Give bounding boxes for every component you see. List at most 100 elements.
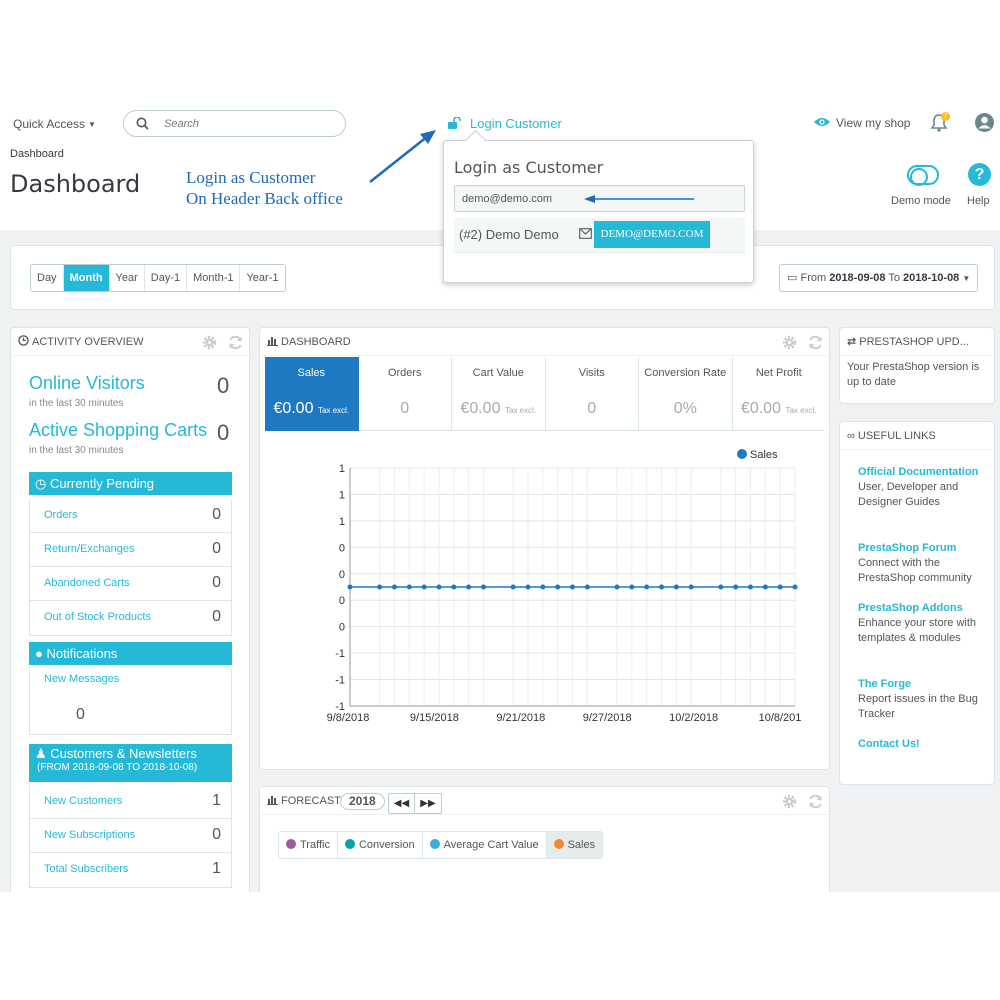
period-month-button[interactable]: Month — [63, 265, 110, 291]
annotation-arrow — [369, 130, 436, 183]
useful-link-title[interactable]: The Forge — [858, 677, 988, 692]
search-icon — [136, 117, 149, 130]
period-day-minus-1-button[interactable]: Day-1 — [144, 265, 188, 291]
kpi-visits-label: Visits — [578, 367, 605, 379]
refresh-icon[interactable] — [808, 794, 823, 809]
active-carts-link[interactable]: Active Shopping Carts — [29, 420, 207, 441]
forecast-nav: ◀◀ ▶▶ — [388, 793, 442, 814]
kpi-sales[interactable]: Sales €0.00 Tax excl. — [265, 357, 359, 431]
useful-links-header: ∞ Useful links — [840, 422, 994, 450]
kpi-cart-value[interactable]: Cart Value €0.00 Tax excl. — [452, 357, 546, 431]
breadcrumb[interactable]: Dashboard — [10, 148, 64, 160]
kpi-orders-label: Orders — [387, 367, 422, 379]
data-point — [614, 584, 620, 590]
list-item[interactable]: Return/Exchanges 0 — [30, 533, 231, 567]
useful-link-title[interactable]: PrestaShop Forum — [858, 541, 988, 556]
date-range-picker[interactable]: ▭ From 2018-09-08 To 2018-10-08 ▼ — [779, 264, 978, 292]
forecast-tab-conversion[interactable]: Conversion — [338, 832, 423, 858]
useful-link-title[interactable]: Contact Us! — [858, 737, 988, 752]
data-point — [421, 584, 427, 590]
bar-chart-icon — [267, 337, 278, 346]
pending-clock-icon: ◷ — [35, 476, 47, 491]
new-messages-label[interactable]: New Messages — [44, 673, 119, 685]
forecast-tab-traffic[interactable]: Traffic — [279, 832, 338, 858]
login-customer-popover: Login as Customer (#2) Demo Demo DEMO@DE… — [443, 140, 754, 283]
search-box[interactable] — [123, 110, 346, 137]
notifications-list: New Messages 0 — [29, 668, 232, 735]
list-item[interactable]: New Customers 1 — [30, 785, 231, 819]
data-point — [584, 584, 590, 590]
search-input[interactable] — [164, 116, 334, 132]
customer-email-button[interactable]: DEMO@DEMO.COM — [594, 221, 710, 248]
customer-result-row[interactable]: (#2) Demo Demo DEMO@DEMO.COM — [454, 218, 745, 253]
online-visitors-sub: in the last 30 minutes — [29, 398, 124, 409]
total-subscribers-label[interactable]: Total Subscribers — [44, 863, 128, 875]
notifications-title: Notifications — [46, 646, 118, 661]
kpi-sales-label: Sales — [297, 367, 326, 379]
y-tick-label: 0 — [339, 622, 345, 634]
activity-overview-title: Activity overview — [32, 336, 144, 348]
login-customer-link[interactable]: Login Customer — [448, 116, 562, 131]
period-month-minus-1-button[interactable]: Month-1 — [187, 265, 241, 291]
dashboard-title: Dashboard — [281, 336, 351, 348]
new-customers-label[interactable]: New Customers — [44, 795, 122, 807]
view-shop-link[interactable]: View my shop — [813, 116, 910, 130]
data-point — [688, 584, 694, 590]
useful-link-desc: Enhance your store with templates & modu… — [858, 617, 977, 644]
useful-links-title: Useful links — [857, 430, 936, 442]
annotation-text: Login as Customer On Header Back office — [186, 167, 343, 209]
y-tick-label: 1 — [339, 463, 345, 475]
previous-year-icon[interactable]: ◀◀ — [389, 794, 415, 813]
pending-abandoned-label[interactable]: Abandoned Carts — [44, 577, 130, 589]
next-year-icon[interactable]: ▶▶ — [415, 794, 441, 813]
input-annotation-arrow — [584, 195, 694, 203]
gear-icon[interactable] — [202, 335, 217, 350]
forecast-tab-sales[interactable]: Sales — [546, 832, 603, 858]
quick-access-menu[interactable]: Quick Access ▼ — [13, 117, 96, 131]
data-point — [451, 584, 457, 590]
kpi-sales-value: €0.00 — [273, 400, 314, 417]
period-day-button[interactable]: Day — [31, 265, 64, 291]
list-item[interactable]: Out of Stock Products 0 — [30, 601, 231, 635]
kpi-conversion-value: 0% — [673, 400, 697, 417]
kpi-visits[interactable]: Visits 0 — [545, 357, 639, 431]
pending-out-of-stock-label[interactable]: Out of Stock Products — [44, 611, 151, 623]
traffic-dot — [286, 839, 296, 849]
forecast-tab-average-cart[interactable]: Average Cart Value — [423, 832, 547, 858]
average-cart-label: Average Cart Value — [443, 839, 539, 851]
active-carts-value: 0 — [217, 420, 230, 445]
list-item[interactable]: Abandoned Carts 0 — [30, 567, 231, 601]
pending-orders-label[interactable]: Orders — [44, 509, 78, 521]
kpi-orders-value: 0 — [400, 400, 410, 417]
data-point — [748, 584, 753, 590]
pending-returns-label[interactable]: Return/Exchanges — [44, 543, 135, 555]
kpi-conversion[interactable]: Conversion Rate 0% — [639, 357, 733, 431]
user-icon: ♟ — [35, 746, 47, 761]
forecast-legend: Traffic Conversion Average Cart Value Sa… — [278, 831, 604, 859]
customer-name[interactable]: (#2) Demo Demo — [459, 227, 559, 242]
list-item[interactable]: New Subscriptions 0 — [30, 819, 231, 853]
data-point — [733, 584, 739, 590]
useful-link-title[interactable]: PrestaShop Addons — [858, 601, 988, 616]
period-year-button[interactable]: Year — [109, 265, 145, 291]
list-item[interactable]: Orders 0 — [30, 499, 231, 533]
active-carts-sub: in the last 30 minutes — [29, 445, 124, 456]
annotation-line-1: Login as Customer — [186, 168, 316, 187]
help-icon[interactable]: ? — [968, 163, 991, 186]
kpi-orders[interactable]: Orders 0 — [358, 357, 452, 431]
gear-icon[interactable] — [782, 794, 797, 809]
refresh-icon[interactable] — [228, 335, 243, 350]
view-shop-label: View my shop — [836, 116, 911, 130]
new-subscriptions-label[interactable]: New Subscriptions — [44, 829, 135, 841]
refresh-icon[interactable] — [808, 335, 823, 350]
online-visitors-link[interactable]: Online Visitors — [29, 373, 145, 394]
period-year-minus-1-button[interactable]: Year-1 — [240, 265, 285, 291]
list-item[interactable]: Total Subscribers 1 — [30, 853, 231, 887]
kpi-net-profit[interactable]: Net Profit €0.00 Tax excl. — [732, 357, 825, 431]
data-point — [644, 584, 650, 590]
customers-newsletters-title: Customers & Newsletters — [50, 746, 197, 761]
demo-mode-toggle[interactable] — [907, 165, 939, 186]
user-avatar-icon[interactable] — [975, 113, 994, 132]
gear-icon[interactable] — [782, 335, 797, 350]
useful-link-title[interactable]: Official Documentation — [858, 465, 988, 480]
